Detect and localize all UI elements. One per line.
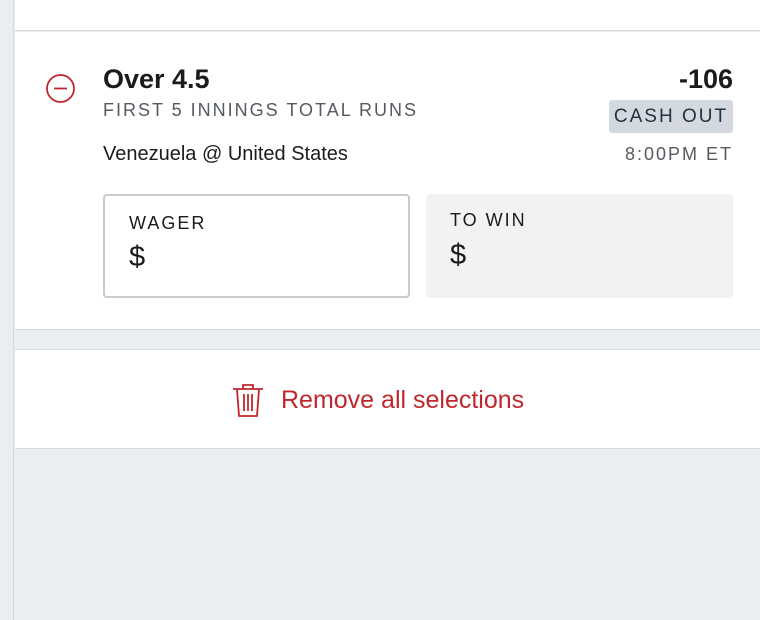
market-name: FIRST 5 INNINGS TOTAL RUNS xyxy=(103,100,419,120)
remove-all-label: Remove all selections xyxy=(281,385,525,414)
section-gap xyxy=(15,331,760,349)
trash-icon xyxy=(233,384,263,417)
pick-title: Over 4.5 xyxy=(103,64,210,94)
bet-slip-selection: Over 4.5 FIRST 5 INNINGS TOTAL RUNS Vene… xyxy=(15,32,760,330)
wager-input[interactable]: WAGER $ xyxy=(103,194,410,298)
previous-bet-card xyxy=(15,0,760,31)
to-win-field: TO WIN $ xyxy=(426,194,733,298)
matchup: Venezuela @ United States xyxy=(103,143,348,165)
wager-value: $ xyxy=(129,241,146,273)
game-time: 8:00PM ET xyxy=(624,144,733,164)
remove-all-section: Remove all selections xyxy=(15,349,760,449)
wager-label: WAGER xyxy=(129,213,207,233)
minus-circle-icon[interactable] xyxy=(45,73,76,104)
cash-out-badge: CASH OUT xyxy=(609,100,733,133)
to-win-value: $ xyxy=(450,239,467,271)
to-win-label: TO WIN xyxy=(450,210,527,230)
left-rail xyxy=(0,0,14,620)
odds: -106 xyxy=(678,64,733,94)
remove-all-button[interactable]: Remove all selections xyxy=(231,380,524,420)
